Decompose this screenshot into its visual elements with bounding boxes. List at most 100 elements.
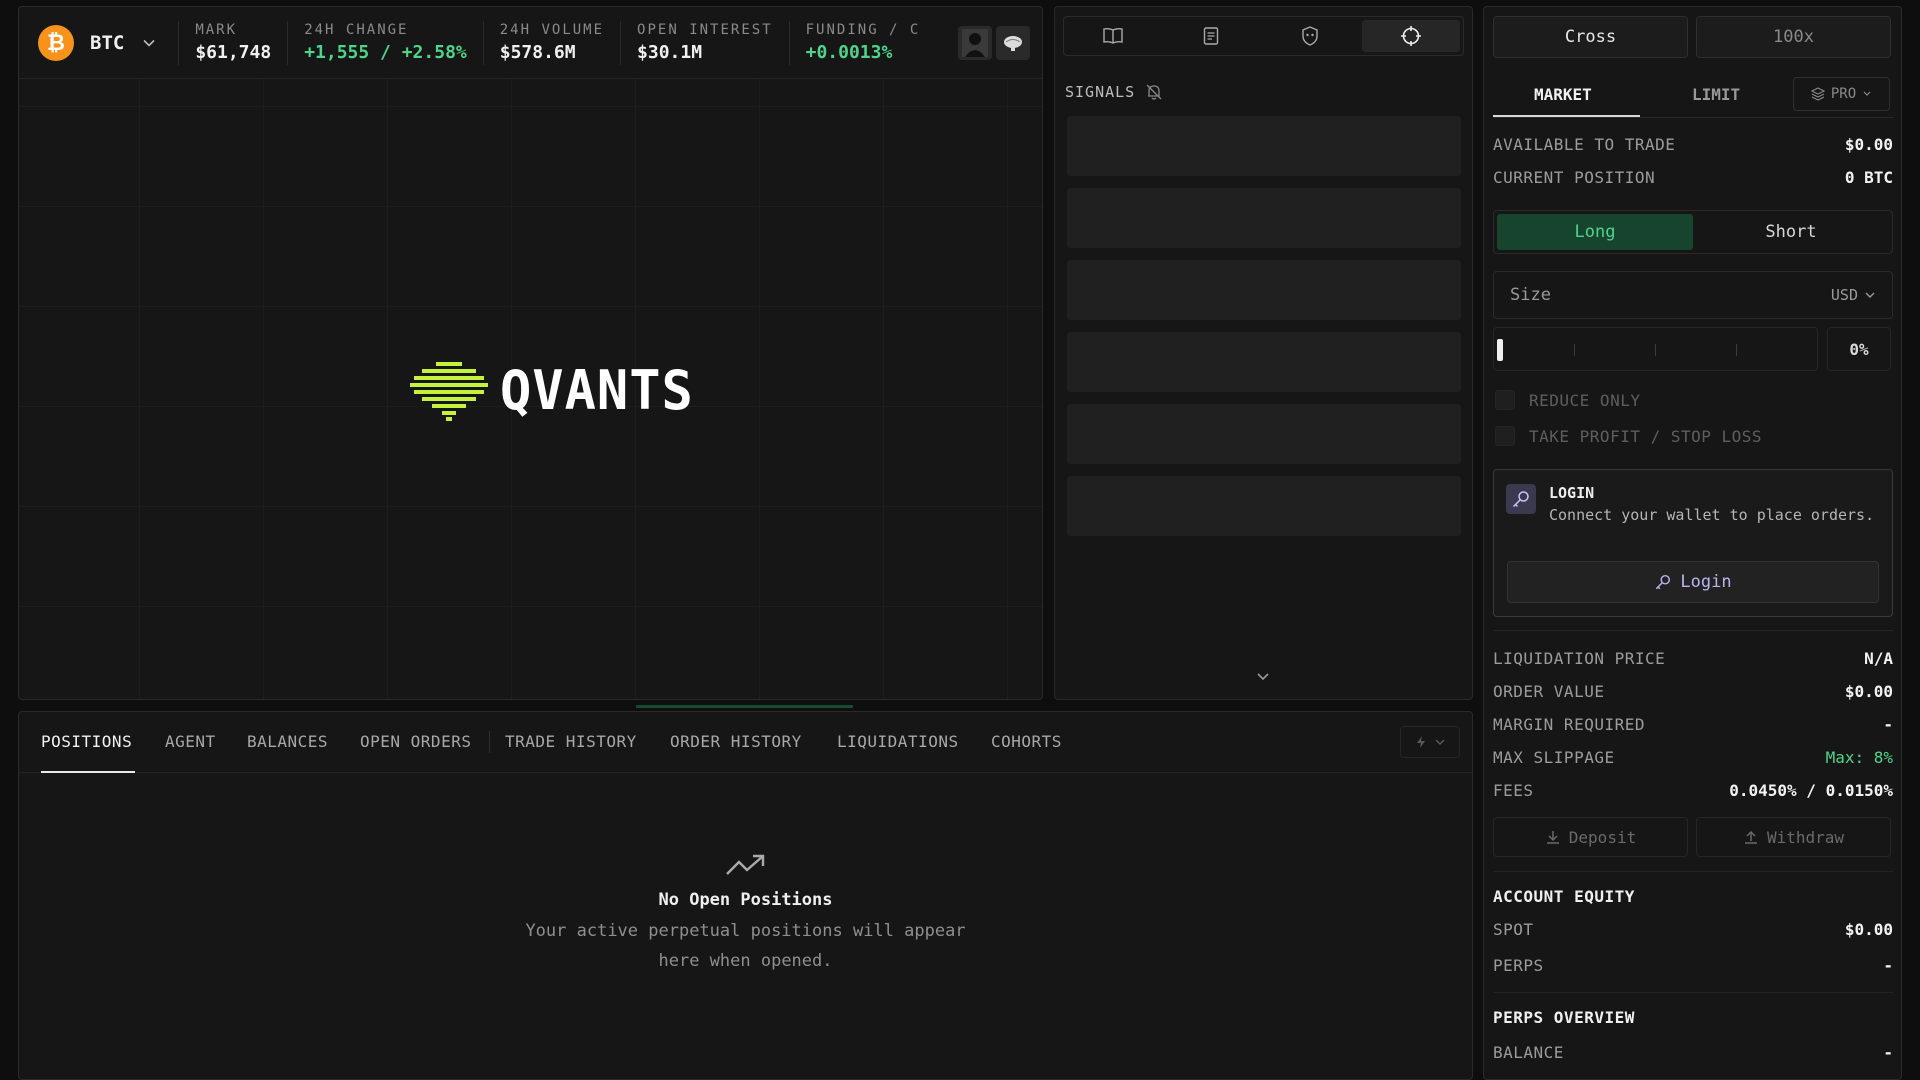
liquidation-label: LIQUIDATION PRICE xyxy=(1493,649,1666,668)
stat-value: $578.6M xyxy=(499,42,576,63)
available-row: AVAILABLE TO TRADE $0.00 xyxy=(1493,135,1893,154)
login-button-label: Login xyxy=(1680,572,1732,592)
key-icon xyxy=(1656,574,1671,590)
short-button[interactable]: Short xyxy=(1693,214,1889,250)
tab-market[interactable]: MARKET xyxy=(1534,85,1592,104)
unit-label: USD xyxy=(1830,286,1858,304)
perps-value: - xyxy=(1883,956,1893,975)
tab-cohorts[interactable]: COHORTS xyxy=(991,732,1062,751)
empty-title: No Open Positions xyxy=(658,890,833,910)
tab-document[interactable] xyxy=(1162,17,1260,55)
position-value: 0 BTC xyxy=(1844,168,1893,187)
trending-up-icon xyxy=(725,854,764,875)
chart-area[interactable]: QVANTS xyxy=(19,79,1042,699)
slippage-row: MAX SLIPPAGE Max: 8% xyxy=(1493,748,1893,767)
spot-label: SPOT xyxy=(1493,920,1534,939)
key-icon xyxy=(1506,484,1536,514)
stat-value: $61,748 xyxy=(195,42,272,63)
bottom-tabbar: POSITIONS AGENT BALANCES OPEN ORDERS TRA… xyxy=(19,712,1472,773)
avatar[interactable] xyxy=(958,25,992,60)
asset-selector[interactable]: ₿ BTC xyxy=(19,7,156,78)
deposit-button[interactable]: Deposit xyxy=(1493,817,1688,857)
pro-mode-dropdown[interactable]: PRO xyxy=(1793,77,1890,111)
unit-selector[interactable]: USD xyxy=(1831,286,1876,304)
fees-row: FEES 0.0450% / 0.0150% xyxy=(1493,781,1893,800)
divider xyxy=(1493,992,1893,993)
size-input[interactable] xyxy=(1510,285,1710,305)
tab-liquidations[interactable]: LIQUIDATIONS xyxy=(837,732,959,751)
spot-row: SPOT $0.00 xyxy=(1493,920,1893,939)
bell-off-icon[interactable] xyxy=(1145,83,1163,101)
slider-handle[interactable] xyxy=(1497,339,1503,361)
login-card: LOGIN Connect your wallet to place order… xyxy=(1493,469,1893,617)
stat-mark: MARK $61,748 xyxy=(178,20,287,65)
account-equity-title: ACCOUNT EQUITY xyxy=(1493,887,1635,906)
pro-label: PRO xyxy=(1830,86,1857,102)
tab-limit[interactable]: LIMIT xyxy=(1692,85,1740,104)
qvants-logo-icon xyxy=(410,362,488,421)
leverage-button[interactable]: 100x xyxy=(1696,16,1891,58)
resize-handle[interactable] xyxy=(636,705,853,708)
tab-book[interactable] xyxy=(1064,17,1162,55)
chevron-down-icon xyxy=(1435,739,1445,745)
empty-state: No Open Positions Your active perpetual … xyxy=(19,852,1472,976)
signals-header: SIGNALS xyxy=(1065,83,1163,101)
reduce-only-checkbox[interactable] xyxy=(1495,390,1515,410)
tab-shield[interactable] xyxy=(1261,17,1359,55)
perps-row: PERPS - xyxy=(1493,956,1893,975)
liquidation-value: N/A xyxy=(1864,649,1893,668)
active-tab-indicator xyxy=(41,771,135,773)
signal-card-placeholder xyxy=(1067,404,1461,464)
slippage-value[interactable]: Max: 8% xyxy=(1826,748,1893,767)
shield-icon xyxy=(1301,26,1318,46)
chevron-down-icon xyxy=(1865,292,1875,298)
margin-row: MARGIN REQUIRED - xyxy=(1493,715,1893,734)
tp-sl-checkbox[interactable] xyxy=(1495,426,1515,446)
balance-row: BALANCE - xyxy=(1493,1043,1893,1062)
divider xyxy=(1493,871,1893,872)
brain-avatar[interactable] xyxy=(996,25,1030,60)
stat-value: +0.0013% xyxy=(805,42,893,63)
margin-mode-button[interactable]: Cross xyxy=(1493,16,1688,58)
person-avatar-icon xyxy=(962,28,988,57)
margin-label: MARGIN REQUIRED xyxy=(1493,715,1645,734)
order-value-row: ORDER VALUE $0.00 xyxy=(1493,682,1893,701)
tab-balances[interactable]: BALANCES xyxy=(247,732,328,751)
positions-panel: POSITIONS AGENT BALANCES OPEN ORDERS TRA… xyxy=(18,711,1473,1080)
tab-crosshair[interactable] xyxy=(1361,20,1460,52)
size-slider[interactable] xyxy=(1493,327,1818,371)
liquidation-row: LIQUIDATION PRICE N/A xyxy=(1493,649,1893,668)
stat-value: $30.1M xyxy=(637,42,703,63)
layers-icon xyxy=(1810,87,1825,101)
filter-button[interactable] xyxy=(1400,726,1460,758)
tab-positions[interactable]: POSITIONS xyxy=(41,732,132,751)
empty-description: Your active perpetual positions will app… xyxy=(525,921,966,971)
stat-label: FUNDING / C xyxy=(805,22,921,38)
ticker-bar: ₿ BTC MARK $61,748 24H CHANGE +1,555 / +… xyxy=(19,7,1042,79)
login-title: LOGIN xyxy=(1549,484,1595,502)
tab-agent[interactable]: AGENT xyxy=(165,732,216,751)
chevron-down-icon[interactable] xyxy=(1256,672,1270,682)
withdraw-label: Withdraw xyxy=(1766,827,1845,847)
chevron-down-icon xyxy=(143,39,155,47)
tab-open-orders[interactable]: OPEN ORDERS xyxy=(360,732,471,751)
login-button[interactable]: Login xyxy=(1507,561,1879,603)
reduce-only-option[interactable]: REDUCE ONLY xyxy=(1495,390,1640,410)
stat-funding: FUNDING / C +0.0013% xyxy=(788,20,924,65)
deposit-label: Deposit xyxy=(1568,827,1637,847)
balance-label: BALANCE xyxy=(1493,1043,1564,1062)
stat-label: 24H CHANGE xyxy=(304,22,409,38)
size-percent[interactable]: 0% xyxy=(1827,327,1891,371)
signals-tabbar xyxy=(1063,16,1464,56)
available-label: AVAILABLE TO TRADE xyxy=(1493,135,1676,154)
tp-sl-option[interactable]: TAKE PROFIT / STOP LOSS xyxy=(1495,426,1762,446)
long-button[interactable]: Long xyxy=(1497,214,1693,250)
signal-card-placeholder xyxy=(1067,116,1461,176)
tab-order-history[interactable]: ORDER HISTORY xyxy=(670,732,802,751)
book-icon xyxy=(1103,27,1123,44)
withdraw-button[interactable]: Withdraw xyxy=(1696,817,1891,857)
tab-trade-history[interactable]: TRADE HISTORY xyxy=(505,732,637,751)
slippage-label: MAX SLIPPAGE xyxy=(1493,748,1615,767)
avatar-group xyxy=(958,25,1030,60)
stat-label: OPEN INTEREST xyxy=(637,22,773,38)
